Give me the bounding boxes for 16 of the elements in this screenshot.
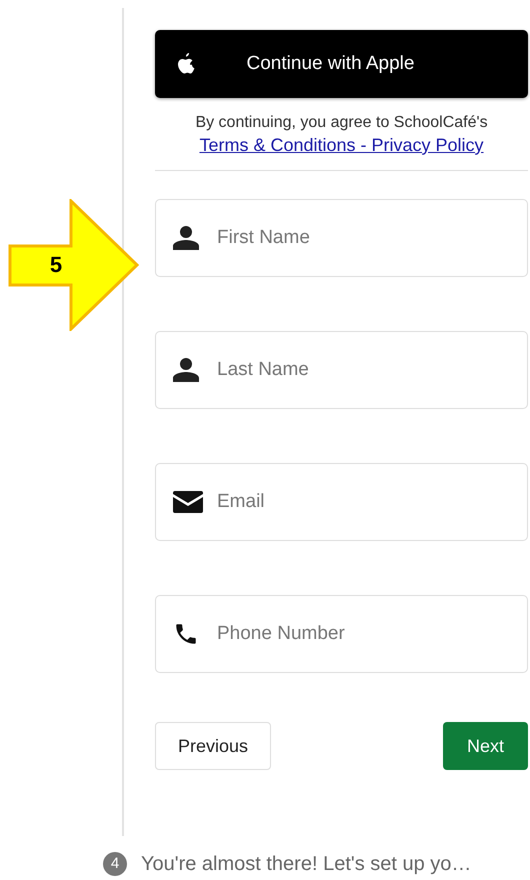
terms-privacy-link[interactable]: Terms & Conditions - Privacy Policy bbox=[199, 135, 484, 155]
continue-with-apple-button[interactable]: Continue with Apple bbox=[155, 30, 528, 98]
person-icon bbox=[173, 226, 199, 250]
step-callout-arrow: 5 bbox=[8, 199, 140, 331]
text-field[interactable]: First Name bbox=[155, 199, 528, 277]
next-button[interactable]: Next bbox=[442, 722, 528, 770]
step-number: 4 bbox=[103, 852, 127, 876]
step-title: You're almost there! Let's set up yo… bbox=[141, 852, 472, 876]
previous-button[interactable]: Previous bbox=[155, 722, 272, 770]
consent-text: By continuing, you agree to SchoolCafé's bbox=[194, 113, 489, 133]
text-field[interactable]: Phone Number bbox=[155, 595, 528, 673]
envelope-icon bbox=[173, 491, 203, 513]
text-field[interactable]: Last Name bbox=[155, 331, 528, 409]
text-field[interactable]: Email bbox=[155, 463, 528, 541]
apple-logo-icon bbox=[177, 53, 195, 75]
person-icon bbox=[173, 358, 199, 382]
